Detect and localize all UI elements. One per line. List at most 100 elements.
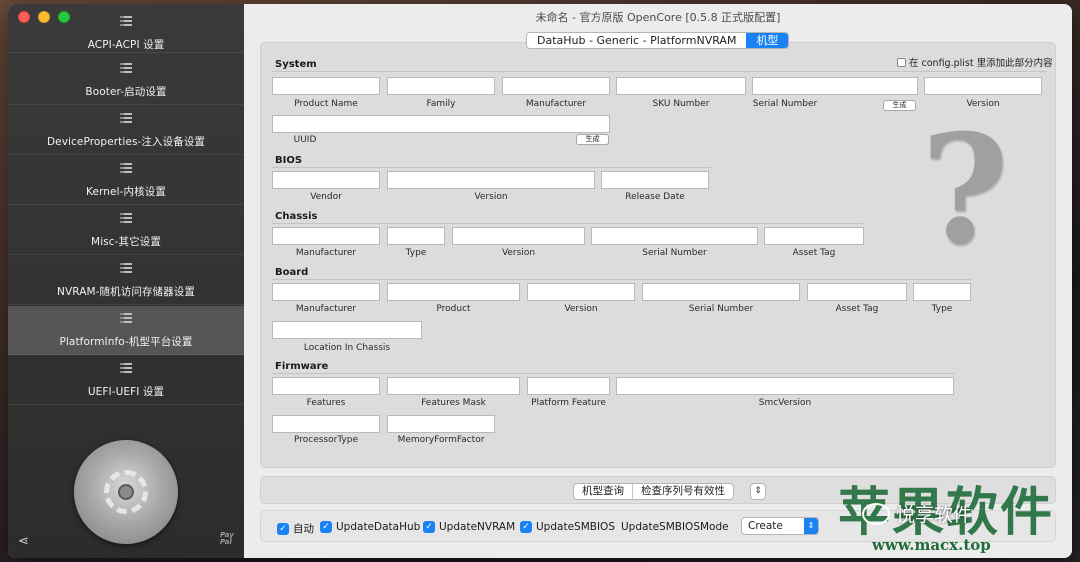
field-caption: Type: [405, 248, 427, 258]
chassis-type-input[interactable]: [387, 227, 445, 245]
field-caption: Family: [426, 99, 456, 109]
field-caption: Location In Chassis: [303, 343, 391, 353]
paypal-logo[interactable]: Pay Pal: [220, 532, 244, 546]
divider: [271, 279, 971, 280]
tab-datahub-generic-nvram[interactable]: DataHub - Generic - PlatformNVRAM: [527, 33, 746, 48]
sidebar-item-deviceproperties[interactable]: DeviceProperties-注入设备设置: [8, 106, 244, 155]
chassis-serial-number-input[interactable]: [591, 227, 758, 245]
section-bios-title: BIOS: [275, 155, 303, 166]
sidebar-item-label: Misc-其它设置: [91, 236, 161, 248]
divider: [271, 223, 863, 224]
field-caption: Asset Tag: [835, 304, 879, 314]
checkmark-icon[interactable]: ✓: [320, 521, 332, 533]
sidebar-item-booter[interactable]: Booter-启动设置: [8, 56, 244, 105]
sidebar-item-misc[interactable]: Misc-其它设置: [8, 206, 244, 255]
field-caption: Serial Number: [752, 99, 818, 109]
board-manufacturer-input[interactable]: [272, 283, 380, 301]
firmware-platform-feature-input[interactable]: [527, 377, 610, 395]
chevron-updown-icon[interactable]: ⇕: [804, 518, 818, 534]
platforminfo-panel: 在 config.plist 里添加此部分内容 System Product N…: [260, 42, 1056, 468]
share-icon[interactable]: ⋖: [18, 534, 29, 549]
field-caption: SKU Number: [652, 99, 710, 109]
firmware-features-mask-input[interactable]: [387, 377, 520, 395]
wechat-icon: [862, 502, 890, 525]
list-icon: [119, 16, 133, 32]
checkmark-icon[interactable]: ✓: [423, 521, 435, 533]
window-title: 未命名 - 官方原版 OpenCore [0.5.8 正式版配置]: [535, 11, 781, 24]
sidebar-item-label: PlatformInfo-机型平台设置: [59, 336, 193, 348]
system-family-input[interactable]: [387, 77, 495, 95]
bios-release-date-input[interactable]: [601, 171, 709, 189]
list-icon: [119, 113, 133, 129]
field-caption: Vendor: [310, 192, 342, 202]
generate-serial-button[interactable]: 生成: [883, 100, 916, 111]
firmware-processortype-input[interactable]: [272, 415, 380, 433]
disk-logo: [74, 440, 178, 544]
tab-model[interactable]: 机型: [746, 33, 789, 48]
chassis-manufacturer-input[interactable]: [272, 227, 380, 245]
system-sku-number-input[interactable]: [616, 77, 746, 95]
checkbox-label: UpdateNVRAM: [439, 521, 516, 533]
firmware-smcversion-input[interactable]: [616, 377, 954, 395]
checkmark-icon[interactable]: ✓: [277, 522, 289, 535]
section-firmware-title: Firmware: [275, 361, 329, 372]
field-caption: SmcVersion: [758, 398, 812, 408]
chassis-asset-tag-input[interactable]: [764, 227, 864, 245]
list-icon: [119, 163, 133, 179]
checkmark-icon[interactable]: ✓: [520, 521, 532, 533]
smbios-mode-label: UpdateSMBIOSMode: [621, 521, 729, 533]
firmware-memoryformfactor-input[interactable]: [387, 415, 495, 433]
checkbox-label: UpdateSMBIOS: [536, 521, 615, 533]
update-smbios-checkbox[interactable]: ✓ UpdateSMBIOS: [520, 521, 615, 533]
board-version-input[interactable]: [527, 283, 635, 301]
generate-uuid-button[interactable]: 生成: [576, 134, 609, 145]
firmware-features-input[interactable]: [272, 377, 380, 395]
system-version-input[interactable]: [924, 77, 1042, 95]
sidebar-item-label: ACPI-ACPI 设置: [87, 39, 165, 51]
list-icon: [119, 313, 133, 329]
system-uuid-input[interactable]: [272, 115, 610, 133]
tab-bar: DataHub - Generic - PlatformNVRAM 机型: [526, 32, 790, 49]
board-product-input[interactable]: [387, 283, 520, 301]
update-datahub-checkbox[interactable]: ✓ UpdateDataHub: [320, 521, 420, 533]
field-caption: Features Mask: [421, 398, 486, 408]
chassis-version-input[interactable]: [452, 227, 585, 245]
section-system-title: System: [275, 59, 317, 70]
sidebar-item-platforminfo[interactable]: PlatformInfo-机型平台设置: [8, 306, 244, 355]
sidebar-item-nvram[interactable]: NVRAM-随机访问存储器设置: [8, 256, 244, 305]
field-caption: Serial Number: [642, 248, 707, 258]
add-to-config-checkbox[interactable]: 在 config.plist 里添加此部分内容: [897, 55, 1053, 69]
check-serial-button[interactable]: 检查序列号有效性: [633, 484, 733, 499]
board-type-input[interactable]: [913, 283, 971, 301]
sidebar-item-acpi[interactable]: ACPI-ACPI 设置: [8, 4, 244, 53]
board-asset-tag-input[interactable]: [807, 283, 907, 301]
system-product-name-input[interactable]: [272, 77, 380, 95]
updown-stepper-icon[interactable]: ⇕: [750, 483, 766, 500]
field-caption: MemoryFormFactor: [397, 435, 485, 445]
checkbox-box[interactable]: [897, 57, 906, 67]
section-chassis-title: Chassis: [275, 211, 318, 222]
sidebar-item-uefi[interactable]: UEFI-UEFI 设置: [8, 356, 244, 405]
board-serial-number-input[interactable]: [642, 283, 800, 301]
auto-checkbox[interactable]: ✓ 自动: [277, 521, 314, 536]
field-caption: Serial Number: [688, 304, 754, 314]
field-caption: Features: [306, 398, 346, 408]
divider: [271, 373, 955, 374]
bios-version-input[interactable]: [387, 171, 595, 189]
update-nvram-checkbox[interactable]: ✓ UpdateNVRAM: [423, 521, 515, 533]
smbios-mode-select[interactable]: Create ⇕: [741, 517, 819, 535]
sidebar-item-kernel[interactable]: Kernel-内核设置: [8, 156, 244, 205]
sidebar-item-label: UEFI-UEFI 设置: [87, 386, 165, 398]
board-location-input[interactable]: [272, 321, 422, 339]
watermark-account-label: 悦享软件: [896, 504, 973, 526]
watermark-account: 悦享软件: [862, 500, 972, 527]
system-manufacturer-input[interactable]: [502, 77, 610, 95]
field-caption: Platform Feature: [531, 398, 606, 408]
model-lookup-button[interactable]: 机型查询: [574, 484, 633, 499]
bios-vendor-input[interactable]: [272, 171, 380, 189]
field-caption: Version: [501, 248, 536, 258]
sidebar-item-label: Kernel-内核设置: [86, 186, 166, 198]
system-serial-number-input[interactable]: [752, 77, 918, 95]
checkbox-label: 自动: [293, 523, 314, 535]
sidebar: ACPI-ACPI 设置 Booter-启动设置 DevicePropertie…: [8, 4, 244, 558]
